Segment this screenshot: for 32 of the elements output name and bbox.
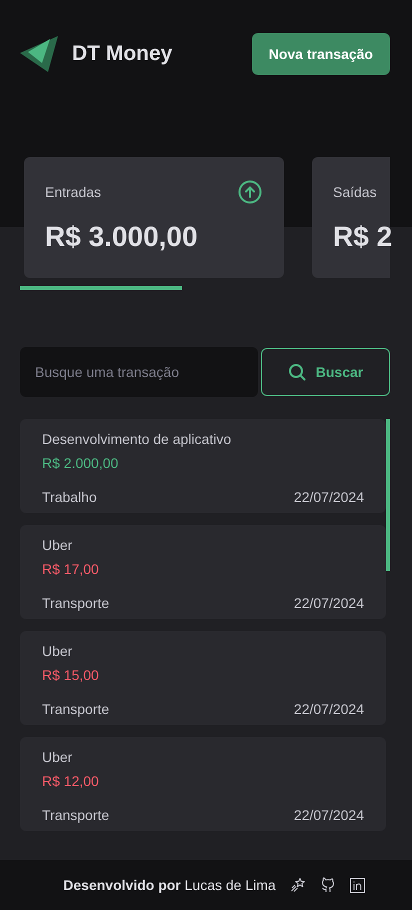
summary-amount: R$ 3.000,00 (45, 221, 199, 253)
transaction-date: 22/07/2024 (294, 489, 364, 505)
in-logo-icon[interactable] (350, 878, 365, 892)
logo-icon (20, 36, 58, 72)
summary-label: Saídas (333, 184, 377, 200)
transaction-description: Uber (42, 749, 74, 765)
shooting-star-icon[interactable] (290, 877, 306, 893)
transaction-date: 22/07/2024 (294, 807, 364, 823)
summary-amount: R$ 2 (333, 221, 390, 253)
arrow-up-circle-icon (238, 180, 262, 204)
transaction-category: Transporte (42, 807, 110, 823)
transaction-description: Uber (42, 537, 74, 553)
transaction-date: 22/07/2024 (294, 701, 364, 717)
transaction-amount: R$ 12,00 (42, 773, 100, 789)
transaction-description: Desenvolvimento de aplicativo (42, 431, 232, 447)
transaction-date: 22/07/2024 (294, 595, 364, 611)
developer-credit: Desenvolvido por Lucas de Lima (63, 877, 276, 893)
new-transaction-button[interactable]: Nova transação (252, 33, 390, 75)
transaction-amount: R$ 15,00 (42, 667, 100, 683)
summary-label: Entradas (45, 184, 102, 200)
transaction-category: Transporte (42, 701, 110, 717)
scrollbar-thumb[interactable] (386, 419, 390, 571)
app-title: DT Money (72, 42, 172, 66)
cat-icon[interactable] (320, 877, 336, 893)
search-field[interactable]: Busque uma transação (20, 347, 258, 397)
search-icon (288, 363, 306, 381)
transaction-category: Transporte (42, 595, 110, 611)
transaction-category: Trabalho (42, 489, 97, 505)
search-button[interactable]: Buscar (261, 348, 390, 396)
transaction-description: Uber (42, 643, 74, 659)
transaction-amount: R$ 17,00 (42, 561, 100, 577)
transaction-amount: R$ 2.000,00 (42, 455, 120, 471)
